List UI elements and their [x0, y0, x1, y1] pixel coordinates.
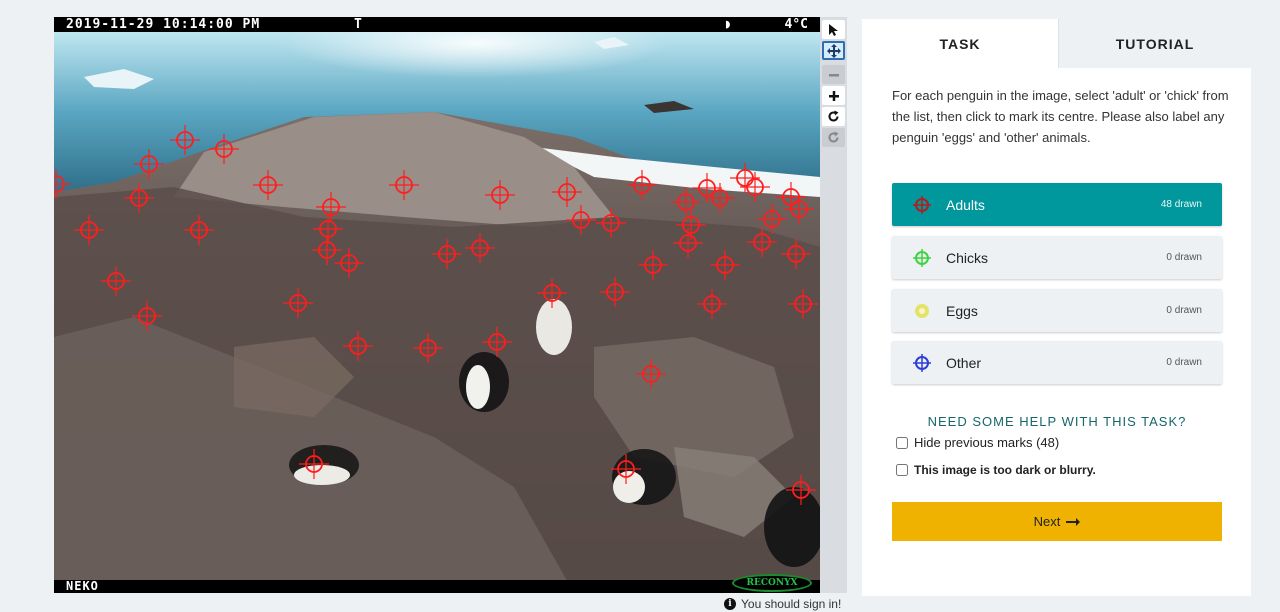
adult-marker[interactable] — [334, 248, 364, 278]
hide-marks-label: Hide previous marks (48) — [914, 435, 1060, 450]
adult-marker[interactable] — [313, 214, 343, 244]
adult-marker[interactable] — [697, 289, 727, 319]
adult-marker[interactable] — [786, 475, 816, 505]
too-dark-checkbox[interactable] — [896, 464, 908, 476]
adult-markers-layer[interactable] — [54, 17, 820, 593]
adult-marker[interactable] — [209, 134, 239, 164]
reset-view-button[interactable] — [822, 128, 845, 147]
adult-marker[interactable] — [627, 170, 657, 200]
camera-info-bar: 2019-11-29 10:14:00 PM T ◗ 4°C — [54, 17, 820, 32]
move-icon — [826, 43, 841, 58]
adult-marker[interactable] — [283, 288, 313, 318]
adult-marker[interactable] — [124, 183, 154, 213]
adult-marker[interactable] — [636, 359, 666, 389]
adult-marker[interactable] — [101, 266, 131, 296]
choice-other[interactable]: Other 0 drawn — [892, 341, 1222, 384]
zoom-out-button[interactable] — [822, 65, 845, 84]
choice-adults[interactable]: Adults 48 drawn — [892, 183, 1222, 226]
zoom-out-icon — [828, 73, 839, 76]
adult-marker[interactable] — [54, 169, 71, 199]
adult-marker[interactable] — [184, 215, 214, 245]
choice-count: 0 drawn — [1166, 252, 1202, 263]
rotate-icon — [828, 110, 839, 122]
next-button[interactable]: Next — [892, 502, 1222, 541]
moon-phase-icon: ◗ — [724, 17, 732, 32]
sign-in-notice[interactable]: i You should sign in! — [724, 597, 841, 611]
viewer-toolbar — [820, 17, 847, 593]
adult-marker[interactable] — [465, 233, 495, 263]
adult-marker[interactable] — [482, 327, 512, 357]
adult-marker[interactable] — [343, 331, 373, 361]
choice-count: 0 drawn — [1166, 357, 1202, 368]
adult-marker[interactable] — [671, 187, 701, 217]
choice-eggs[interactable]: Eggs 0 drawn — [892, 289, 1222, 332]
adult-marker[interactable] — [611, 454, 641, 484]
tab-tutorial[interactable]: TUTORIAL — [1058, 19, 1251, 68]
help-link[interactable]: NEED SOME HELP WITH THIS TASK? — [892, 414, 1222, 429]
next-label: Next — [1033, 514, 1061, 529]
adult-marker[interactable] — [132, 301, 162, 331]
adult-marker[interactable] — [253, 170, 283, 200]
rotate-button[interactable] — [822, 107, 845, 126]
adult-marker[interactable] — [596, 208, 626, 238]
zoom-in-icon — [828, 90, 839, 101]
adult-marker[interactable] — [485, 180, 515, 210]
camera-timestamp: 2019-11-29 10:14:00 PM — [66, 17, 261, 32]
choice-label: Eggs — [946, 302, 978, 319]
zoom-in-button[interactable] — [822, 86, 845, 105]
adult-marker[interactable] — [432, 239, 462, 269]
choice-count: 48 drawn — [1160, 199, 1202, 210]
choice-chicks[interactable]: Chicks 0 drawn — [892, 236, 1222, 279]
adult-marker[interactable] — [710, 250, 740, 280]
egg-point-icon — [915, 303, 929, 318]
crosshair-icon — [913, 195, 931, 214]
adult-marker[interactable] — [673, 228, 703, 258]
adult-marker[interactable] — [781, 239, 811, 269]
move-tool-button[interactable] — [822, 41, 845, 60]
adult-marker[interactable] — [74, 215, 104, 245]
adult-marker[interactable] — [784, 194, 814, 224]
crosshair-icon — [913, 353, 931, 372]
hide-marks-checkbox[interactable] — [896, 436, 908, 449]
adult-marker[interactable] — [389, 170, 419, 200]
hide-marks-row[interactable]: Hide previous marks (48) — [896, 435, 1059, 450]
camera-footer-bar: NEKO — [54, 580, 820, 593]
sign-in-text: You should sign in! — [741, 597, 842, 611]
adult-marker[interactable] — [537, 278, 567, 308]
pointer-icon — [828, 23, 838, 36]
adult-marker[interactable] — [638, 250, 668, 280]
adult-marker[interactable] — [316, 192, 346, 222]
adult-marker[interactable] — [413, 333, 443, 363]
adult-marker[interactable] — [788, 289, 818, 319]
adult-marker[interactable] — [312, 235, 342, 265]
reset-icon — [828, 131, 839, 143]
tab-task[interactable]: TASK — [862, 19, 1058, 68]
task-tabs: TASK TUTORIAL — [862, 19, 1251, 68]
choice-label: Chicks — [946, 249, 989, 266]
choice-label: Other — [946, 354, 982, 371]
image-viewer[interactable]: 2019-11-29 10:14:00 PM T ◗ 4°C NEKO RECO… — [54, 17, 820, 593]
adult-marker[interactable] — [170, 125, 200, 155]
adult-marker[interactable] — [134, 149, 164, 179]
info-icon: i — [724, 598, 736, 610]
pointer-tool-button[interactable] — [822, 20, 845, 39]
adult-marker[interactable] — [600, 277, 630, 307]
camera-temperature: 4°C — [784, 17, 808, 32]
adult-marker[interactable] — [552, 177, 582, 207]
task-panel: TASK TUTORIAL For each penguin in the im… — [862, 19, 1251, 596]
task-instructions: For each penguin in the image, select 'a… — [892, 88, 1229, 145]
camera-name: NEKO — [66, 579, 99, 593]
camera-brand-logo: RECONYX — [732, 574, 812, 592]
choice-label: Adults — [946, 196, 985, 213]
too-dark-label: This image is too dark or blurry. — [914, 463, 1096, 477]
adult-marker[interactable] — [566, 205, 596, 235]
too-dark-row[interactable]: This image is too dark or blurry. — [896, 463, 1096, 477]
choice-count: 0 drawn — [1166, 305, 1202, 316]
arrow-right-icon — [1066, 517, 1081, 526]
camera-trigger: T — [354, 17, 362, 32]
crosshair-icon — [913, 248, 931, 267]
adult-marker[interactable] — [299, 449, 329, 479]
